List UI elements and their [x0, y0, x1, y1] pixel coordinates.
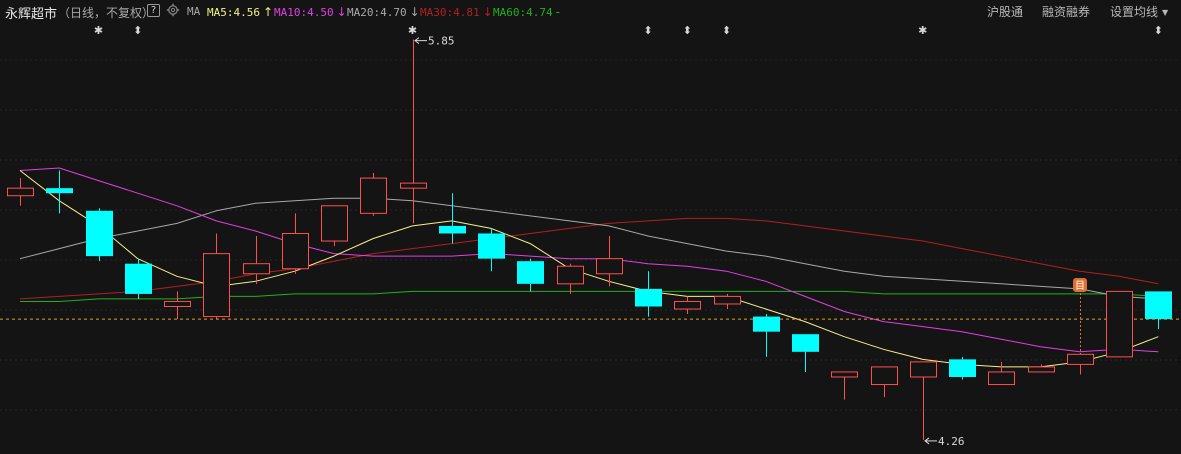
candle [478, 228, 505, 272]
candle-body [282, 232, 309, 270]
candle-body [1106, 290, 1133, 358]
candle-body [635, 288, 662, 307]
event-marker-icon: ✱ [408, 24, 417, 37]
candle-body [46, 188, 73, 194]
candle-body [988, 371, 1015, 386]
candle-body [400, 182, 427, 189]
ma60-line [20, 290, 1159, 302]
candle [557, 263, 584, 294]
candle [792, 334, 819, 372]
candle [988, 361, 1015, 386]
candle [321, 205, 348, 247]
candle-body [1145, 291, 1172, 320]
candle-body [86, 210, 113, 257]
candle-body [753, 316, 780, 332]
candle-body [871, 366, 898, 386]
candle-body [674, 300, 701, 310]
candle [635, 271, 662, 317]
candle [439, 193, 466, 244]
candle [86, 208, 113, 262]
tag-badge-label: 目 [1075, 281, 1085, 292]
candle [7, 178, 34, 206]
event-marker-icon: ✱ [918, 24, 927, 37]
candle-body [203, 253, 230, 318]
event-marker-icon: ⬍ [722, 24, 731, 37]
candle-body [557, 265, 584, 285]
candle-body [949, 359, 976, 377]
candle-body [910, 361, 937, 378]
event-marker-icon: ⬍ [1154, 24, 1163, 37]
candle [674, 296, 701, 315]
event-marker-icon: ⬍ [683, 24, 692, 37]
max-price-label: 5.85 [428, 35, 455, 48]
event-marker-icon: ⬍ [133, 24, 142, 37]
candle [360, 173, 387, 216]
candle-body [792, 334, 819, 352]
ma5-line [19, 170, 1159, 368]
candle [125, 258, 152, 299]
candle-body [714, 295, 741, 305]
min-price-label: 4.26 [938, 435, 965, 448]
candle-body [164, 300, 191, 307]
event-marker-icon: ✱ [94, 24, 103, 37]
candle-body [831, 371, 858, 378]
candle [282, 213, 309, 274]
moving-average-lines [0, 167, 1181, 368]
candle-body [1028, 366, 1055, 373]
candle-body [596, 258, 623, 275]
candle [1145, 291, 1172, 330]
candle-body [360, 177, 387, 214]
candle [1106, 290, 1133, 358]
candle [164, 291, 191, 320]
candle-body [243, 263, 270, 275]
candle-body [321, 205, 348, 242]
candle-body [517, 261, 544, 284]
event-marker-icon: ⬍ [643, 24, 652, 37]
candle-body [478, 233, 505, 259]
candle [517, 258, 544, 292]
candle-body [7, 187, 34, 197]
candle-body [1067, 353, 1094, 365]
candlesticks [7, 39, 1172, 440]
ma20-line [19, 197, 1159, 300]
candle [949, 356, 976, 380]
candle-body [125, 263, 152, 294]
kline-chart[interactable]: ✱ ⬍ ✱ ⬍ ⬍ ⬍ ✱ ⬍ 5.85 4.26 目 [0, 0, 1181, 454]
candle [714, 293, 741, 310]
candle-body [439, 225, 466, 234]
candle [753, 314, 780, 357]
candle [910, 361, 937, 440]
candle [400, 39, 427, 224]
candle [1067, 353, 1094, 375]
candle [831, 371, 858, 400]
candle [871, 366, 898, 398]
candle [203, 233, 230, 320]
